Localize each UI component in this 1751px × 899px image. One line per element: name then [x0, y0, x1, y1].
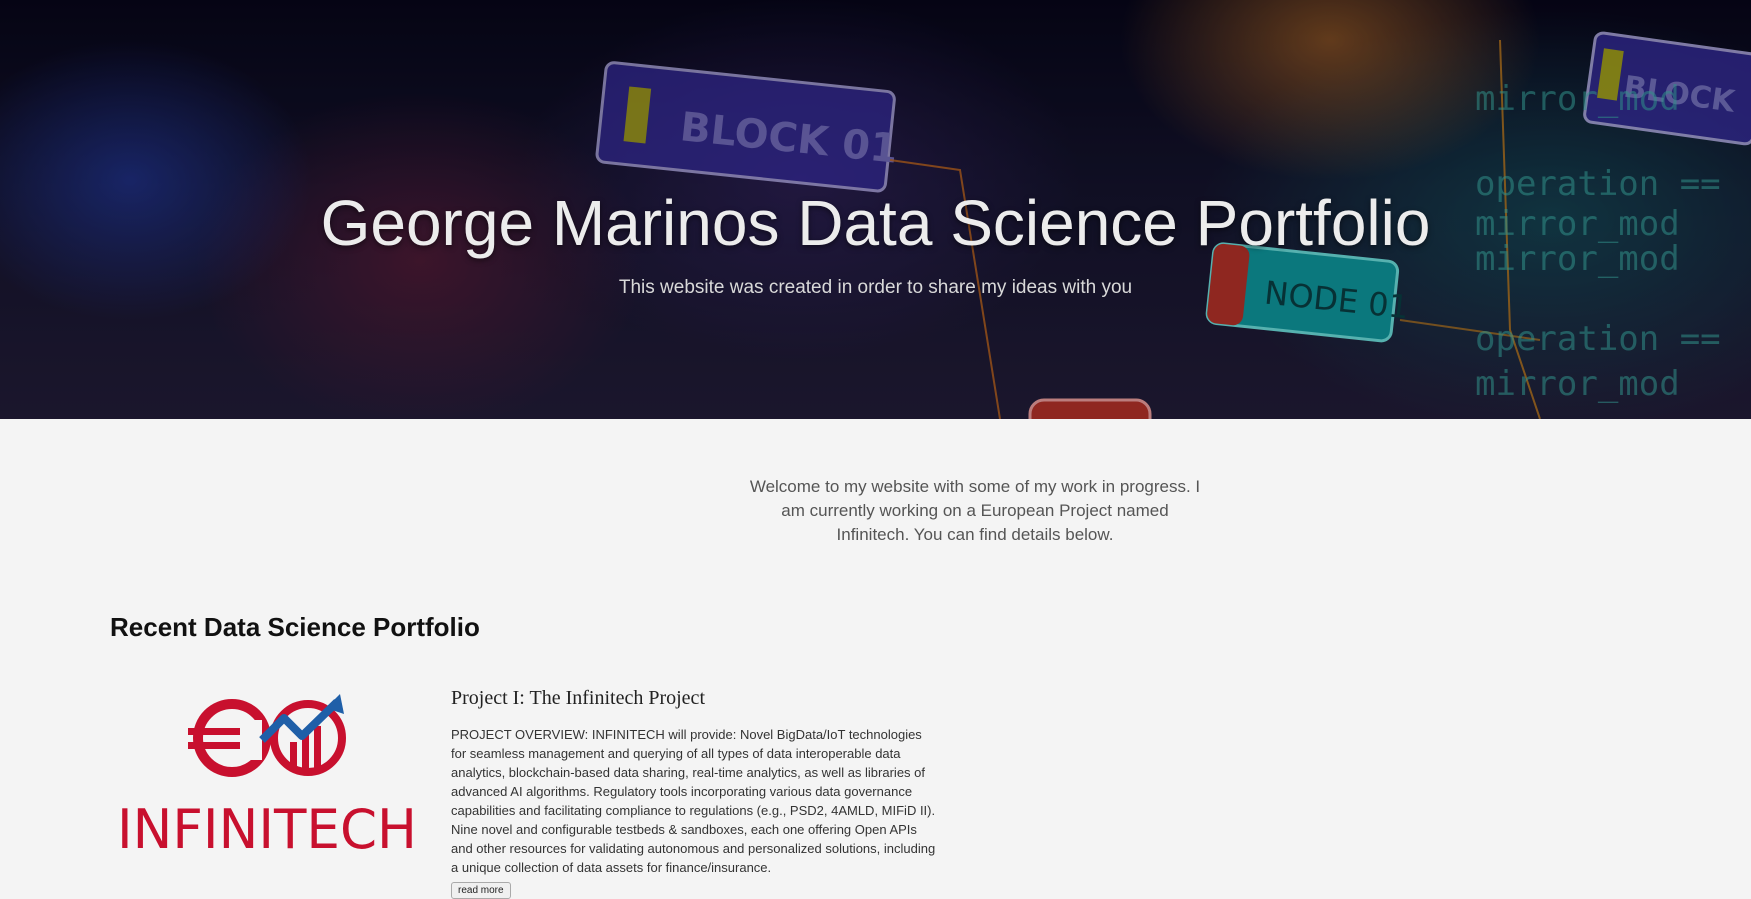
hero-title: George Marinos Data Science Portfolio [320, 187, 1431, 259]
logo-text: INFINITECH [117, 798, 417, 860]
hero-subtitle: This website was created in order to sha… [618, 277, 1133, 298]
project-title[interactable]: Project I: The Infinitech Project [451, 687, 705, 710]
read-more-button[interactable]: read more [451, 882, 511, 899]
infinitech-logo[interactable]: INFINITECH [112, 690, 422, 860]
project-description: PROJECT OVERVIEW: INFINITECH will provid… [451, 727, 936, 875]
hero-banner: BLOCK 01 NODE 01 BLOCK mirror_mod operat… [0, 0, 1751, 419]
intro-text: Welcome to my website with some of my wo… [749, 477, 1201, 544]
portfolio-heading: Recent Data Science Portfolio [110, 612, 480, 642]
